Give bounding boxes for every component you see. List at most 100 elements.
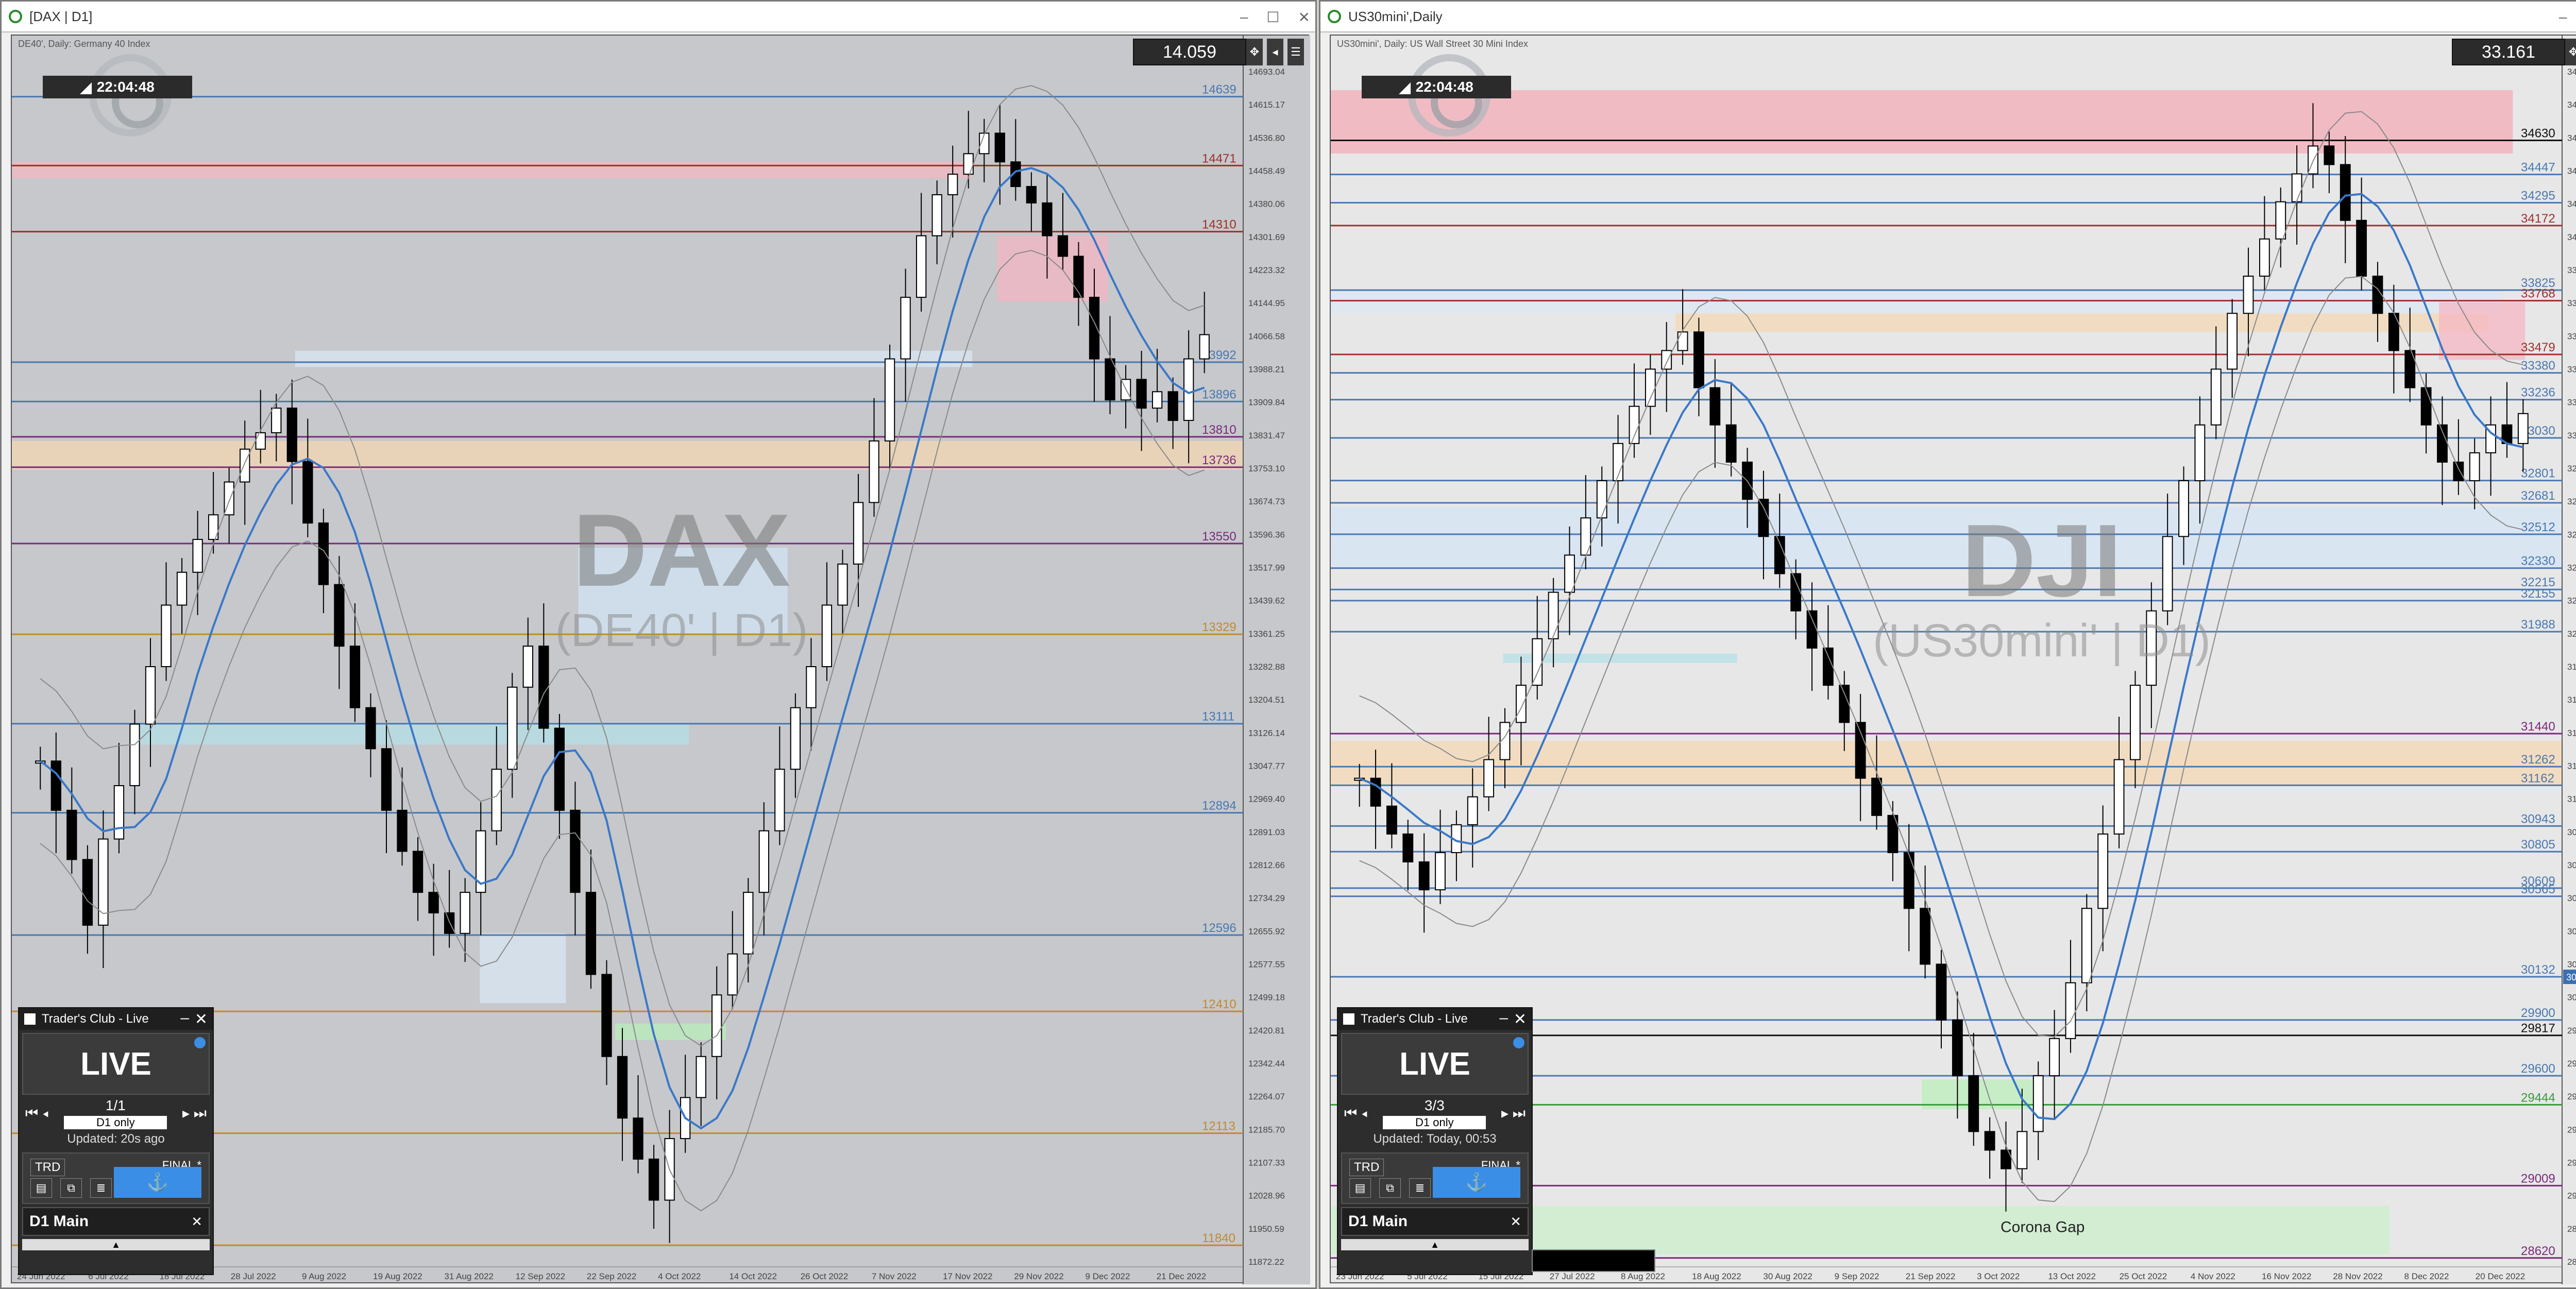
live-banner[interactable]: LIVE xyxy=(1341,1033,1529,1095)
x-tick-label: 18 Aug 2022 xyxy=(1692,1271,1741,1281)
dji-chart-label: US30mini', Daily: US Wall Street 30 Mini… xyxy=(1337,39,1528,49)
candle-body xyxy=(491,769,502,832)
tool-icons: ▤ ⧉ ≣ xyxy=(1349,1178,1431,1198)
dax-chart-controls: ✥ ◂ ☰ xyxy=(1246,39,1304,65)
candle-body xyxy=(1580,517,1591,556)
dji-chart[interactable]: 34972.54 34798.97 34625.40 34451.83 34278.26… xyxy=(1330,35,2576,1284)
y-tick-label: 30459.72 xyxy=(2567,926,2576,936)
panel-header[interactable]: Trader's Club - Live – ✕ xyxy=(19,1008,213,1030)
info-badge-icon[interactable] xyxy=(194,1037,206,1048)
candle-body xyxy=(1903,852,1914,909)
filter-select[interactable]: D1 only xyxy=(1383,1116,1486,1129)
layout-name[interactable]: D1 Main ✕ xyxy=(22,1207,210,1236)
layout-name[interactable]: D1 Main ✕ xyxy=(1341,1207,1529,1236)
y-tick-label: 34798.97 xyxy=(2567,100,2576,110)
database-icon[interactable]: ≣ xyxy=(1409,1178,1431,1198)
layout-close-icon[interactable]: ✕ xyxy=(191,1214,202,1230)
minimize-icon[interactable]: – xyxy=(1240,9,1248,25)
layout-expand-toggle[interactable]: ▲ xyxy=(1341,1239,1529,1250)
panel-minimize-icon[interactable]: – xyxy=(1499,1009,1508,1027)
input-strip[interactable] xyxy=(1532,1249,1655,1272)
next-page-icon[interactable]: ▸ ⏭ xyxy=(1501,1105,1526,1122)
clock-arrow-icon: ◢ xyxy=(80,79,92,95)
level-label: 13111 xyxy=(1202,710,1234,724)
y-tick-label: 34104.69 xyxy=(2567,232,2576,242)
panel-close-icon[interactable]: ✕ xyxy=(1514,1010,1527,1028)
panel-icon xyxy=(1343,1013,1354,1025)
y-tick-label: 12969.40 xyxy=(1248,794,1285,804)
y-tick-label: 13988.21 xyxy=(1248,365,1285,375)
panel-minimize-icon[interactable]: – xyxy=(180,1009,189,1027)
app-icon xyxy=(9,10,22,23)
windows-icon[interactable]: ⧉ xyxy=(60,1178,82,1198)
candle-body xyxy=(570,809,581,893)
candle-body xyxy=(758,830,769,893)
layout-expand-toggle[interactable]: ▲ xyxy=(22,1239,210,1250)
anchor-button[interactable]: ⚓ xyxy=(114,1167,201,1198)
trd-button[interactable]: TRD xyxy=(30,1159,65,1176)
y-tick-label: 14223.32 xyxy=(1248,265,1285,275)
panel-close-icon[interactable]: ✕ xyxy=(195,1010,208,1028)
anchor-button[interactable]: ⚓ xyxy=(1433,1167,1520,1198)
x-tick-label: 26 Oct 2022 xyxy=(801,1271,849,1281)
candle-body xyxy=(601,974,612,1057)
level-label: 31440 xyxy=(2521,720,2555,734)
dax-chart[interactable]: 14693.04 14615.17 14536.80 14458.49 14380.06… xyxy=(11,35,1310,1284)
y-tick-label: 33931.12 xyxy=(2567,265,2576,275)
zone-1 xyxy=(997,235,1108,302)
y-tick-label: 12891.03 xyxy=(1248,827,1285,837)
y-tick-label: 29591.87 xyxy=(2567,1092,2576,1101)
menu-icon[interactable]: ☰ xyxy=(1287,39,1304,65)
first-page-icon[interactable]: ⏮ ◂ xyxy=(1344,1105,1368,1122)
info-badge-icon[interactable] xyxy=(1513,1037,1524,1048)
database-icon[interactable]: ≣ xyxy=(90,1178,112,1198)
x-tick-label: 21 Dec 2022 xyxy=(1157,1271,1206,1281)
candle-body xyxy=(931,194,942,236)
live-banner[interactable]: LIVE xyxy=(22,1033,210,1095)
dji-titlebar[interactable]: US30mini',Daily – ☐ ✕ xyxy=(1320,2,2576,32)
y-tick-label: 14458.49 xyxy=(1248,166,1285,176)
document-icon[interactable]: ▤ xyxy=(1349,1178,1371,1198)
filter-select[interactable]: D1 only xyxy=(64,1116,167,1129)
arrow-left-icon[interactable]: ◂ xyxy=(1267,39,1283,65)
dji-window: US30mini',Daily – ☐ ✕ 34972.5434798.9734… xyxy=(1319,0,2576,1289)
candle-body xyxy=(2032,1075,2044,1132)
zone-2 xyxy=(295,350,973,367)
next-page-icon[interactable]: ▸ ⏭ xyxy=(182,1105,207,1122)
level-label: 13550 xyxy=(1202,530,1236,544)
crosshair-icon[interactable]: ✥ xyxy=(1246,39,1263,65)
level-label: 14639 xyxy=(1202,83,1236,97)
first-page-icon[interactable]: ⏮ ◂ xyxy=(25,1105,49,1122)
crosshair-icon[interactable]: ✥ xyxy=(2565,39,2576,65)
x-tick-label: 8 Dec 2022 xyxy=(2404,1271,2449,1281)
level-label: 14310 xyxy=(1202,218,1236,232)
candle-body xyxy=(129,723,140,786)
windows-icon[interactable]: ⧉ xyxy=(1379,1178,1401,1198)
candle-body xyxy=(790,707,801,770)
level-label: 33380 xyxy=(2521,359,2555,373)
close-icon[interactable]: ✕ xyxy=(1298,9,1310,26)
y-tick-label: 11872.22 xyxy=(1248,1257,1284,1267)
x-tick-label: 20 Dec 2022 xyxy=(2476,1271,2525,1281)
y-tick-label: 13126.14 xyxy=(1248,728,1285,738)
document-icon[interactable]: ▤ xyxy=(30,1178,52,1198)
page-indicator: 3/3 xyxy=(1424,1097,1445,1113)
layout-close-icon[interactable]: ✕ xyxy=(1510,1214,1521,1230)
layout-name-text: D1 Main xyxy=(29,1213,89,1230)
y-tick-label: 13439.62 xyxy=(1248,596,1285,606)
trd-button[interactable]: TRD xyxy=(1349,1159,1384,1176)
dax-titlebar[interactable]: [DAX | D1] – ☐ ✕ xyxy=(2,2,1315,32)
candle-body xyxy=(381,748,392,811)
candle-body xyxy=(2210,368,2222,426)
level-label: 33236 xyxy=(2521,386,2555,400)
candle-body xyxy=(963,153,974,175)
x-tick-label: 4 Nov 2022 xyxy=(2191,1271,2235,1281)
y-tick-label: 12420.81 xyxy=(1248,1026,1285,1036)
candle-body xyxy=(444,912,455,934)
minimize-icon[interactable]: – xyxy=(2559,9,2567,25)
candle-body xyxy=(145,666,156,725)
panel-header[interactable]: Trader's Club - Live – ✕ xyxy=(1338,1008,1532,1030)
dax-price-badge: 14.059 xyxy=(1133,39,1246,65)
maximize-icon[interactable]: ☐ xyxy=(1266,9,1279,26)
candle-body xyxy=(538,646,549,729)
